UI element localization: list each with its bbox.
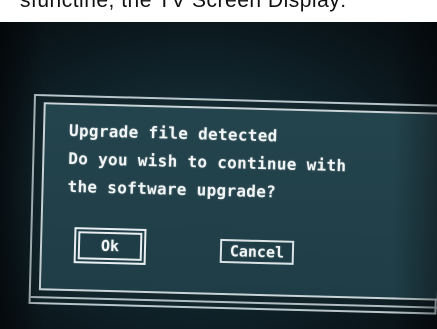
upgrade-dialog: Upgrade file detected Do you wish to con… [28,94,437,315]
document-caption: sfunctine, the TV Screen Display: [0,0,437,22]
dialog-message-line-2: Do you wish to continue with [68,148,347,176]
cancel-button[interactable]: Cancel [219,238,295,265]
ok-button[interactable]: Ok [73,226,147,266]
dialog-message-line-1: Upgrade file detected [68,120,278,146]
tv-screen: Upgrade file detected Do you wish to con… [0,22,437,329]
caption-text: sfunctine, the TV Screen Display: [20,0,347,12]
dialog-panel: Upgrade file detected Do you wish to con… [38,102,437,301]
ok-button-label: Ok [100,236,120,256]
cancel-button-label: Cancel [229,242,285,262]
dialog-message-line-3: the software upgrade? [67,176,277,202]
